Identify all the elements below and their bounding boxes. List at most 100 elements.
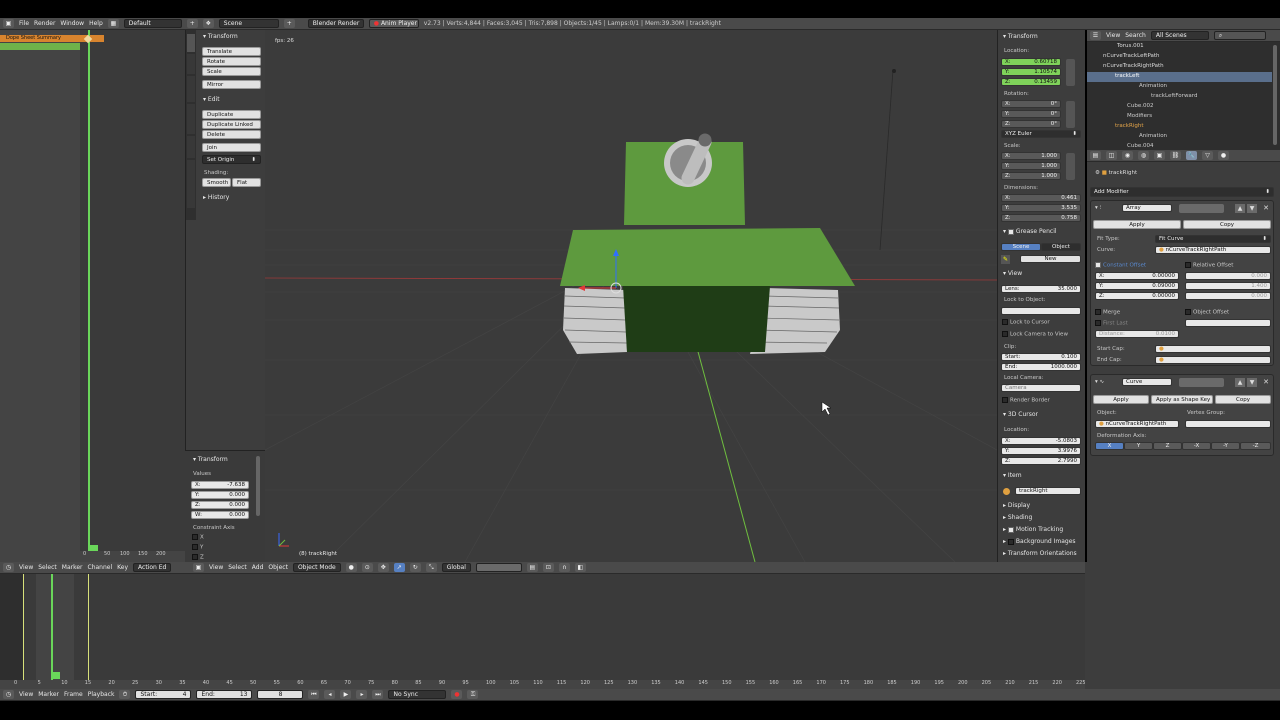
curve-apply-button[interactable]: Apply [1093,395,1149,404]
snap-icon[interactable]: ⊡ [542,563,554,572]
close-icon[interactable]: ✕ [1261,378,1271,387]
outliner-scrollbar[interactable] [1273,45,1277,145]
duplicate-button[interactable]: Duplicate [202,110,261,119]
start-cap-field[interactable]: ● [1155,345,1271,353]
move-up-icon[interactable]: ▲ [1235,204,1245,213]
render-engine-dropdown[interactable]: Blender Render [307,19,364,28]
loc-y-field[interactable]: Y: 1.10574 [1001,68,1061,76]
scl-y-field[interactable]: Y: 1.000 [1001,162,1061,170]
rot-z-field[interactable]: Z: 0° [1001,120,1061,128]
manipulator-icon[interactable]: ✥ [377,563,389,572]
constraint-x[interactable]: X [192,534,204,541]
scale-manip-icon[interactable]: ⤡ [425,563,437,572]
keying-set-icon[interactable]: ⚿ [467,690,479,699]
const-y-field[interactable]: Y: 0.09000 [1095,282,1179,290]
delete-button[interactable]: Delete [202,130,261,139]
modifier-display-icons[interactable] [1179,378,1224,387]
vertex-group-field[interactable] [1185,420,1271,428]
history-panel-title[interactable]: ▸ History [203,194,229,201]
lamp-icon[interactable] [892,69,896,73]
menu-help[interactable]: Help [89,20,103,27]
scl-x-field[interactable]: X: 1.000 [1001,152,1061,160]
constraint-y[interactable]: Y [192,544,203,551]
tab-create[interactable] [187,54,195,74]
set-origin-dropdown[interactable]: Set Origin ⬍ [202,155,261,164]
jump-start-icon[interactable]: ⏮ [308,690,320,699]
timeline-editor-icon[interactable]: ◷ [3,690,14,699]
translate-button[interactable]: Translate [202,47,261,56]
move-down-icon[interactable]: ▼ [1247,204,1257,213]
outliner-menu-search[interactable]: Search [1125,32,1146,39]
outliner-item-trackright[interactable]: trackRight [1115,123,1143,129]
editor-type-icon[interactable]: ▣ [3,19,14,28]
rot-x-field[interactable]: X: 0° [1001,100,1061,108]
edit-panel-title[interactable]: ▾ Edit [203,96,220,103]
dopesheet-current-frame[interactable] [90,545,98,551]
tab-grease-pencil[interactable] [187,160,195,208]
join-button[interactable]: Join [202,143,261,152]
object-field[interactable]: ● nCurveTrackRightPath [1095,420,1179,428]
checkbox-icon[interactable] [1007,228,1014,235]
rot-y-field[interactable]: Y: 0° [1001,110,1061,118]
tl-menu-frame[interactable]: Frame [64,691,83,698]
dopesheet-editor-icon[interactable]: ◷ [3,563,14,572]
n-transform-title[interactable]: ▾ Transform [1003,33,1038,40]
data-tab-icon[interactable]: ▽ [1202,151,1213,160]
tank-hull-front[interactable] [623,286,770,352]
outliner-item[interactable]: Cube.004 [1127,143,1153,149]
outliner-item-trackleft[interactable]: trackLeft [1115,73,1139,79]
value-y-field[interactable]: Y: 0.000 [191,491,249,499]
play-icon[interactable]: ▶ [340,690,352,699]
prev-key-icon[interactable]: ◂ [324,690,336,699]
value-w-field[interactable]: W: 0.000 [191,511,249,519]
outliner-filter-dropdown[interactable]: All Scenes [1150,31,1209,40]
const-x-field[interactable]: X: 0.00000 [1095,272,1179,280]
deform-axis-neg-y[interactable]: -Y [1211,442,1240,450]
move-up-icon[interactable]: ▲ [1235,378,1245,387]
tab-physics[interactable] [187,136,195,158]
deform-axis-neg-z[interactable]: -Z [1240,442,1271,450]
viewport-editor-icon[interactable]: ▣ [193,563,204,572]
vp-menu-select[interactable]: Select [228,564,247,571]
jump-end-icon[interactable]: ⏭ [372,690,384,699]
ds-menu-key[interactable]: Key [117,564,128,571]
curve-modifier-header[interactable]: ▾ ∿ [1095,379,1104,385]
flat-button[interactable]: Flat [232,178,261,187]
viewport-canvas[interactable] [265,30,997,562]
render-preview-icon[interactable]: ◧ [574,563,586,572]
constraint-z[interactable]: Z [192,554,204,561]
value-x-field[interactable]: X: -7.638 [191,481,249,489]
ds-menu-channel[interactable]: Channel [88,564,113,571]
rel-y-field[interactable]: 1.400 [1185,282,1271,290]
lock-rot-icon[interactable] [1066,101,1075,128]
vp-menu-view[interactable]: View [209,564,223,571]
dim-z-field[interactable]: Z: 0.758 [1001,214,1081,222]
deform-axis-y[interactable]: Y [1124,442,1153,450]
operator-scrollbar[interactable] [256,456,260,516]
outliner-item[interactable]: Animation [1139,133,1167,139]
material-tab-icon[interactable]: ● [1218,151,1229,160]
anim-player-button[interactable]: ● Anim Player [368,19,419,28]
fit-type-dropdown[interactable]: Fit Curve ⬍ [1155,235,1271,243]
add-layout-icon[interactable]: + [186,19,198,28]
outliner-item[interactable]: Modifiers [1127,113,1152,119]
operator-title[interactable]: ▾ Transform [193,456,228,463]
outliner-editor-icon[interactable]: ☰ [1090,31,1101,40]
outliner-item[interactable]: nCurveTrackRightPath [1103,63,1164,69]
lock-scale-icon[interactable] [1066,153,1075,180]
lens-field[interactable]: Lens: 35.000 [1001,285,1081,293]
deform-axis-neg-x[interactable]: -X [1182,442,1211,450]
constant-offset-checkbox[interactable]: Constant Offset [1095,262,1146,269]
rotate-manip-icon[interactable]: ↻ [409,563,421,572]
pivot-icon[interactable]: ⊙ [361,563,373,572]
menu-file[interactable]: File [19,20,29,27]
item-name-field[interactable]: trackRight [1015,487,1081,495]
current-frame-field[interactable]: 8 [257,690,304,699]
outliner-item[interactable]: trackLeftForward [1151,93,1197,99]
magnet-icon[interactable]: ∩ [558,563,570,572]
lock-layers-icon[interactable]: ▤ [526,563,538,572]
cursor-z-field[interactable]: Z: 2.7990 [1001,457,1081,465]
object-mode-dropdown[interactable]: Object Mode [292,563,341,572]
render-tab-icon[interactable]: ◫ [1106,151,1117,160]
vp-menu-add[interactable]: Add [252,564,264,571]
